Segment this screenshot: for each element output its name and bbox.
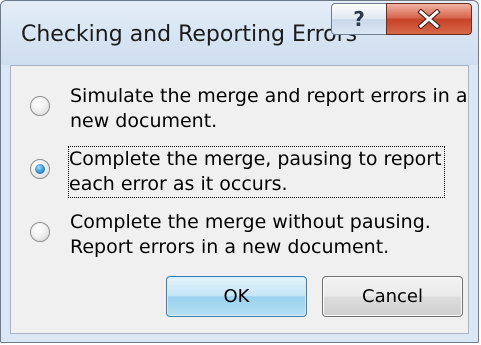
cancel-button[interactable]: Cancel bbox=[322, 276, 463, 317]
radio-simulate[interactable] bbox=[30, 96, 50, 116]
svg-text:?: ? bbox=[353, 8, 365, 30]
close-icon bbox=[417, 9, 441, 29]
checking-errors-dialog: Checking and Reporting Errors ? Simulate… bbox=[0, 0, 479, 343]
title-bar[interactable]: Checking and Reporting Errors ? bbox=[1, 1, 478, 65]
radio-selected-dot bbox=[35, 164, 45, 174]
radio-no-pause[interactable] bbox=[30, 222, 50, 242]
option-simulate-label[interactable]: Simulate the merge and report errors in … bbox=[70, 84, 467, 134]
help-button[interactable]: ? bbox=[331, 3, 387, 35]
help-icon: ? bbox=[353, 8, 365, 30]
option-no-pause-label[interactable]: Complete the merge without pausing. Repo… bbox=[70, 210, 431, 260]
dialog-body: Simulate the merge and report errors in … bbox=[10, 65, 469, 334]
ok-button[interactable]: OK bbox=[166, 276, 307, 317]
close-button[interactable] bbox=[386, 3, 472, 35]
option-pause-on-error-label[interactable]: Complete the merge, pausing to report ea… bbox=[68, 146, 445, 198]
radio-pause-on-error[interactable] bbox=[30, 159, 50, 179]
dialog-title: Checking and Reporting Errors bbox=[21, 22, 358, 47]
